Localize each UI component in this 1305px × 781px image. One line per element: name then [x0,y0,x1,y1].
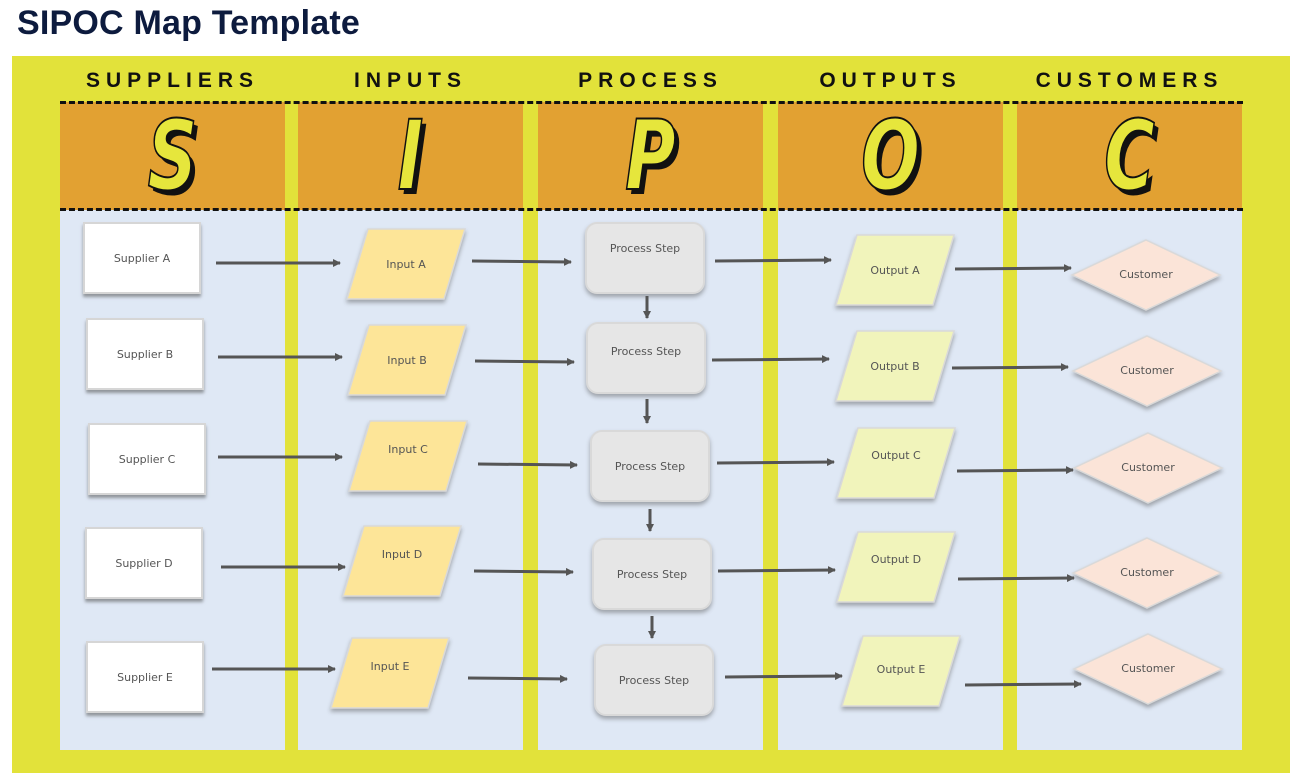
process-step-box[interactable]: Process Step [594,644,714,716]
column-label-process: PROCESS [578,69,723,92]
input-shape[interactable]: Input C [347,420,469,492]
output-label: Output C [871,448,921,462]
letter-c: C [1103,100,1155,212]
customer-shape[interactable]: Customer [1070,239,1222,311]
process-step-label: Process Step [609,241,681,255]
process-step-label: Process Step [618,673,690,687]
supplier-label: Supplier B [116,347,174,361]
output-label: Output E [876,663,926,676]
customer-shape[interactable]: Customer [1071,537,1223,609]
letter-i: I [397,100,424,212]
input-label: Input A [386,257,426,271]
supplier-label: Supplier D [115,556,173,570]
input-label: Input E [370,659,410,673]
process-step-label: Process Step [616,567,688,581]
customer-label: Customer [1120,565,1174,579]
output-shape[interactable]: Output D [835,531,957,603]
input-shape[interactable]: Input E [329,637,451,709]
column-label-customers: CUSTOMERS [1035,69,1224,92]
letter-o: O [860,100,920,212]
letter-s: S [147,100,198,212]
supplier-box[interactable]: Supplier A [83,222,201,294]
supplier-label: Supplier A [113,251,171,265]
output-shape[interactable]: Output A [834,234,956,306]
column-label-suppliers: SUPPLIERS [85,69,260,92]
dashed-divider-top [60,101,1243,104]
customer-shape[interactable]: Customer [1072,432,1224,504]
customer-shape[interactable]: Customer [1071,335,1223,407]
supplier-box[interactable]: Supplier D [85,527,203,599]
input-label: Input D [381,547,423,561]
input-label: Input C [388,442,428,456]
customer-label: Customer [1121,661,1175,675]
supplier-label: Supplier E [117,670,173,684]
output-label: Output B [870,359,920,373]
output-shape[interactable]: Output C [835,427,957,499]
process-step-box[interactable]: Process Step [585,222,705,294]
output-label: Output A [870,263,920,277]
supplier-box[interactable]: Supplier E [86,641,204,713]
process-step-box[interactable]: Process Step [586,322,706,394]
input-shape[interactable]: Input A [345,228,467,300]
process-step-box[interactable]: Process Step [592,538,712,610]
input-shape[interactable]: Input B [346,324,468,396]
customer-shape[interactable]: Customer [1072,633,1224,705]
input-shape[interactable]: Input D [341,525,463,597]
column-label-inputs: INPUTS [353,69,467,92]
letter-p: P [624,100,676,212]
supplier-box[interactable]: Supplier B [86,318,204,390]
process-step-box[interactable]: Process Step [590,430,710,502]
column-label-outputs: OUTPUTS [819,69,962,92]
supplier-label: Supplier C [118,452,176,466]
customer-label: Customer [1119,267,1173,281]
process-step-label: Process Step [610,344,682,358]
input-label: Input B [387,353,427,367]
dashed-divider-bottom [60,208,1243,211]
output-shape[interactable]: Output E [840,635,962,707]
output-label: Output D [870,552,922,566]
output-shape[interactable]: Output B [834,330,956,402]
supplier-box[interactable]: Supplier C [88,423,206,495]
process-step-label: Process Step [614,459,686,473]
page-title: SIPOC Map Template [17,4,361,42]
customer-label: Customer [1120,363,1174,377]
customer-label: Customer [1121,460,1175,474]
